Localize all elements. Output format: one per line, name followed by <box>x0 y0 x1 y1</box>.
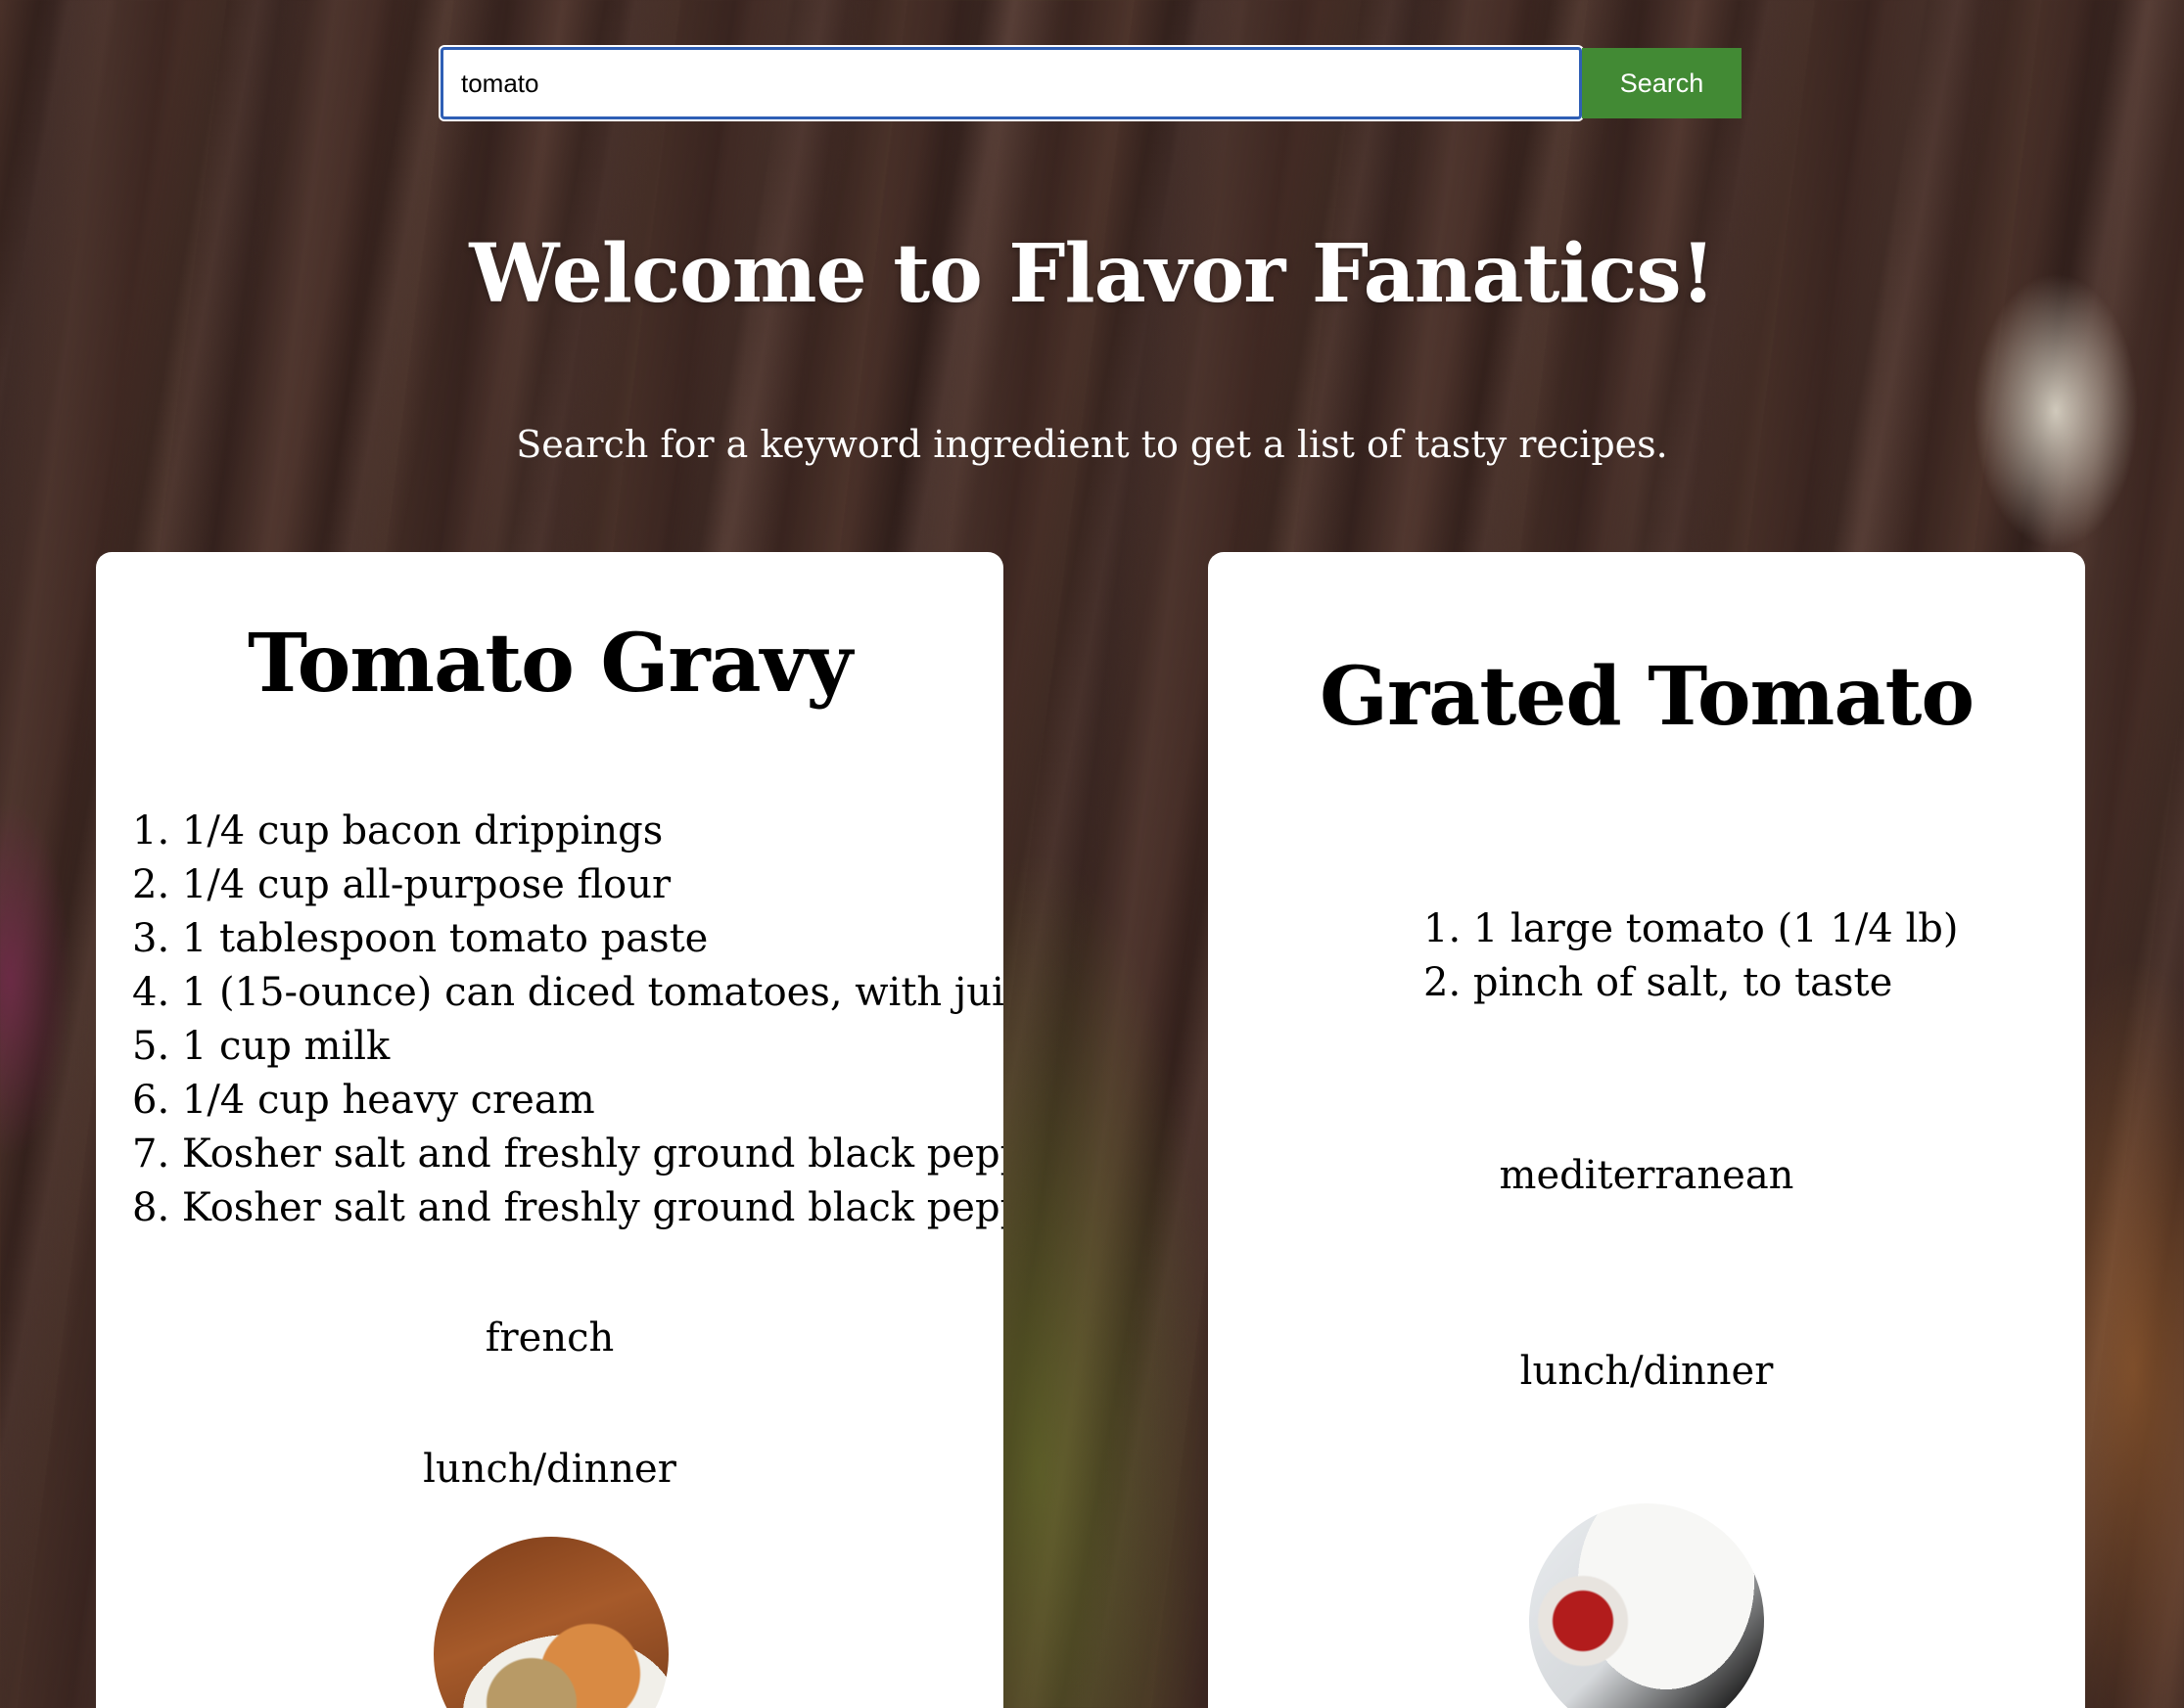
ingredient-item: 1. 1/4 cup bacon drippings <box>132 808 664 854</box>
page-title: Welcome to Flavor Fanatics! <box>469 227 1715 321</box>
ingredient-item: 6. 1/4 cup heavy cream <box>132 1078 595 1123</box>
ingredient-item: 8. Kosher salt and freshly ground black … <box>132 1185 1003 1230</box>
recipe-title: Tomato Gravy <box>248 617 853 711</box>
cuisine-label: french <box>485 1316 615 1361</box>
search-bar: Search <box>441 47 1742 119</box>
ingredient-item: 2. 1/4 cup all-purpose flour <box>132 862 672 907</box>
page-subtitle: Search for a keyword ingredient to get a… <box>516 423 1668 466</box>
recipe-card[interactable]: Grated Tomato 1. 1 large tomato (1 1/4 l… <box>1208 552 2085 1708</box>
recipe-title: Grated Tomato <box>1319 650 1975 744</box>
ingredient-item: 5. 1 cup milk <box>132 1024 391 1069</box>
search-input[interactable] <box>441 47 1582 119</box>
recipe-photo <box>434 1537 669 1708</box>
recipe-card[interactable]: Tomato Gravy 1. 1/4 cup bacon drippings … <box>96 552 1003 1708</box>
ingredient-item: 7. Kosher salt and freshly ground black … <box>132 1131 1003 1177</box>
meal-type-label: lunch/dinner <box>423 1447 676 1492</box>
ingredient-list: 1. 1/4 cup bacon drippings 2. 1/4 cup al… <box>132 805 1003 1235</box>
ingredient-list: 1. 1 large tomato (1 1/4 lb) 2. pinch of… <box>1423 902 1958 1010</box>
ingredient-item: 3. 1 tablespoon tomato paste <box>132 916 709 961</box>
recipe-photo <box>1529 1503 1764 1708</box>
search-button[interactable]: Search <box>1582 48 1742 118</box>
meal-type-label: lunch/dinner <box>1519 1349 1774 1394</box>
ingredient-item: 1. 1 large tomato (1 1/4 lb) <box>1423 906 1959 951</box>
cuisine-label: mediterranean <box>1499 1153 1794 1198</box>
ingredient-item: 4. 1 (15-ounce) can diced tomatoes, with… <box>132 970 1003 1015</box>
ingredient-item: 2. pinch of salt, to taste <box>1423 960 1893 1005</box>
